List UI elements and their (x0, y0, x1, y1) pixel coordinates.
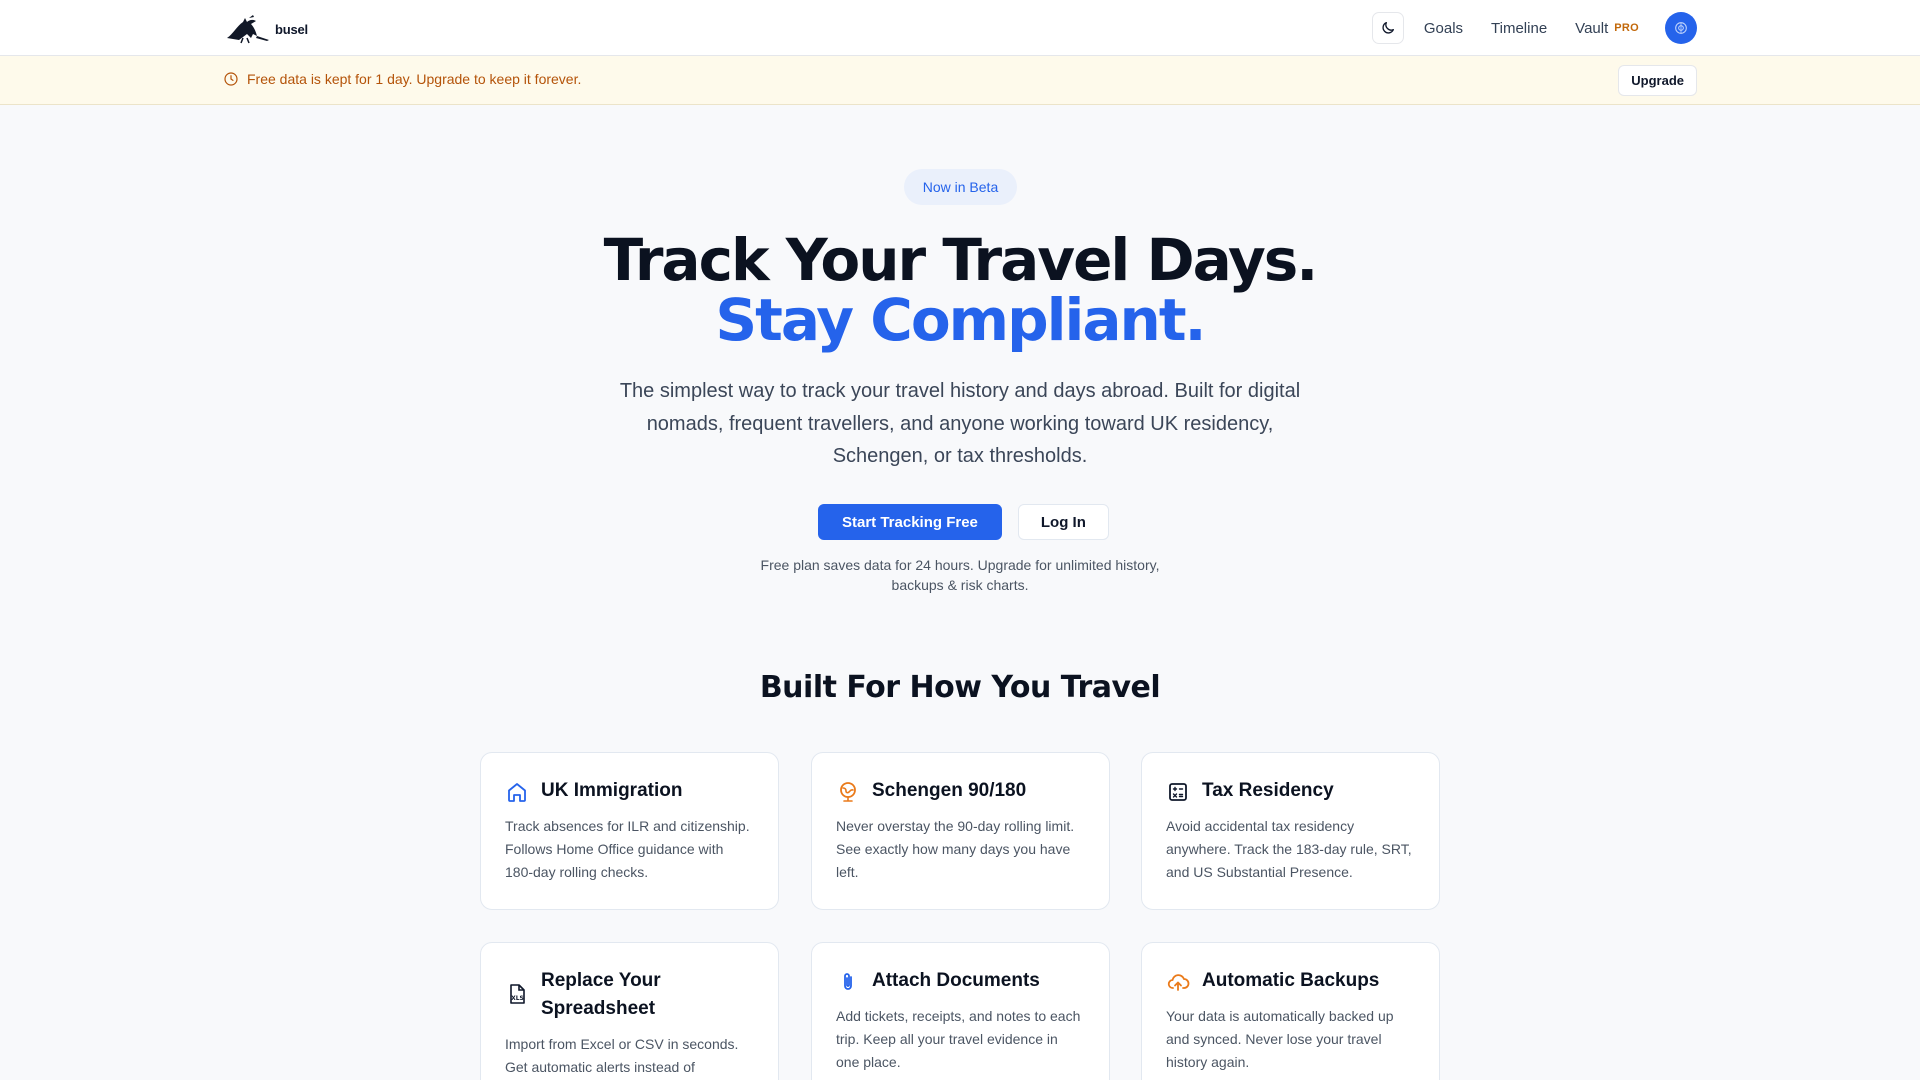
paperclip-icon (844, 973, 852, 990)
svg-text:XLS: XLS (511, 995, 524, 1002)
feature-card-automatic-backups: Automatic Backups Your data is automatic… (1141, 942, 1440, 1080)
feature-card-tax-residency: Tax Residency Avoid accidental tax resid… (1141, 752, 1440, 910)
upgrade-banner: Free data is kept for 1 day. Upgrade to … (0, 56, 1920, 105)
hero-cta-group: Start Tracking Free Log In (818, 504, 1109, 540)
home-icon (508, 783, 526, 802)
clock-icon (224, 72, 238, 86)
moon-icon (1382, 22, 1394, 34)
feature-card-title: Automatic Backups (1202, 970, 1380, 991)
feature-card-desc: Avoid accidental tax residency anywhere.… (1166, 818, 1412, 880)
login-button[interactable]: Log In (1017, 504, 1109, 540)
cloud-upload-icon (1167, 974, 1190, 991)
feature-card-desc: Never overstay the 90-day rolling limit.… (836, 818, 1075, 880)
feature-card-attach-documents: Attach Documents Add tickets, receipts, … (811, 942, 1110, 1080)
spreadsheet-file-icon: XLS (510, 984, 525, 1004)
hero-lead: The simplest way to track your travel hi… (619, 380, 1301, 467)
features-heading: Built For How You Travel (759, 670, 1161, 705)
hero-title-line2: Stay Compliant. (715, 286, 1206, 354)
upgrade-button[interactable]: Upgrade (1618, 65, 1697, 96)
hero-title-line1: Track Your Travel Days. (603, 226, 1319, 294)
brand-logo[interactable]: busel (223, 14, 308, 44)
main-nav: Goals Timeline Vault PRO (1371, 11, 1697, 45)
banner-message: Free data is kept for 1 day. Upgrade to … (223, 71, 581, 87)
feature-card-desc: Your data is automatically backed up and… (1166, 1008, 1394, 1070)
calculator-icon (1169, 783, 1187, 801)
feature-card-desc: Add tickets, receipts, and notes to each… (836, 1008, 1081, 1070)
feature-card-desc: Import from Excel or CSV in seconds. Get… (505, 1036, 739, 1075)
banner-text: Free data is kept for 1 day. Upgrade to … (247, 71, 582, 87)
nav-goals[interactable]: Goals (1424, 20, 1463, 37)
stork-logo-icon (227, 15, 269, 44)
nav-timeline[interactable]: Timeline (1491, 20, 1547, 37)
start-tracking-button[interactable]: Start Tracking Free (818, 504, 1002, 540)
globe-icon (840, 782, 856, 802)
feature-card-title: Schengen 90/180 (872, 780, 1027, 801)
feature-card-uk-immigration: UK Immigration Track absences for ILR an… (480, 752, 779, 910)
nav-vault[interactable]: Vault PRO (1575, 20, 1639, 37)
feature-card-spreadsheet: XLS Replace Your Spreadsheet Import from… (480, 942, 779, 1080)
user-avatar[interactable] (1665, 12, 1697, 44)
nav-vault-label: Vault (1575, 19, 1609, 37)
pro-badge: PRO (1614, 22, 1639, 34)
brand-name: busel (275, 21, 308, 37)
theme-toggle-button[interactable] (1371, 12, 1404, 44)
feature-card-title: UK Immigration (541, 780, 683, 801)
free-plan-note: Free plan saves data for 24 hours. Upgra… (760, 557, 1160, 593)
feature-card-title: Attach Documents (872, 970, 1040, 991)
feature-card-desc: Track absences for ILR and citizenship. … (505, 818, 750, 880)
feature-card-schengen: Schengen 90/180 Never overstay the 90-da… (811, 752, 1110, 910)
top-navbar: busel Goals Timeline Vault PRO (0, 0, 1920, 56)
feature-card-title: Tax Residency (1202, 780, 1334, 801)
avatar-pattern-icon (1675, 22, 1687, 34)
feature-card-title: Replace Your Spreadsheet (541, 970, 661, 1019)
beta-badge: Now in Beta (904, 169, 1017, 205)
